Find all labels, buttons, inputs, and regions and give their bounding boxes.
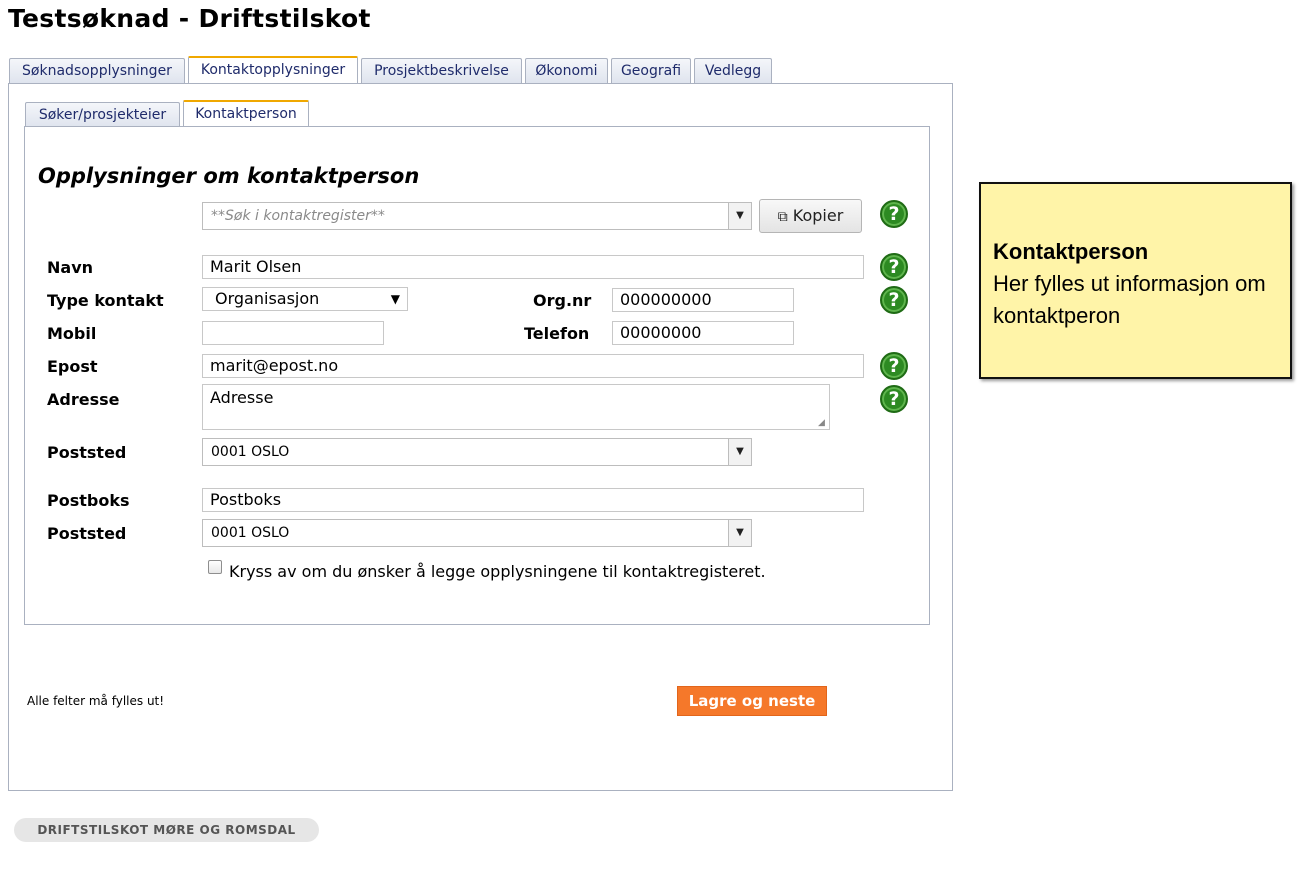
tab-vedlegg[interactable]: Vedlegg: [694, 58, 772, 83]
resize-handle-icon[interactable]: ◢: [818, 418, 825, 428]
lagre-og-neste-button[interactable]: Lagre og neste: [677, 686, 827, 716]
page-title: Testsøknad - Driftstilskot: [8, 4, 371, 33]
adresse-textarea[interactable]: Adresse: [202, 384, 830, 430]
subtab-kontaktperson[interactable]: Kontaktperson: [183, 100, 309, 127]
poststed-value: 0001 OSLO: [211, 444, 290, 460]
dropdown-arrow-icon[interactable]: ▼: [728, 203, 751, 229]
label-mobil: Mobil: [47, 324, 97, 343]
poststed-combo[interactable]: 0001 OSLO ▼: [202, 438, 752, 466]
poststed-postboks-combo[interactable]: 0001 OSLO ▼: [202, 519, 752, 547]
label-poststed: Poststed: [47, 443, 127, 462]
dropdown-arrow-icon[interactable]: ▼: [728, 520, 751, 546]
label-telefon: Telefon: [524, 324, 590, 343]
footer-badge: DRIFTSTILSKOT MØRE OG ROMSDAL: [14, 818, 319, 842]
label-type-kontakt: Type kontakt: [47, 291, 164, 310]
copy-icon: ⧉: [777, 209, 788, 225]
add-to-register-checkbox[interactable]: [208, 560, 222, 574]
kopier-button[interactable]: ⧉ Kopier: [759, 199, 862, 233]
type-kontakt-select[interactable]: Organisasjon ▼: [202, 287, 408, 311]
label-org-nr: Org.nr: [533, 291, 592, 310]
mobil-input[interactable]: [202, 321, 384, 345]
tab-kontaktopplysninger[interactable]: Kontaktopplysninger: [188, 56, 358, 83]
dropdown-arrow-icon[interactable]: ▼: [728, 439, 751, 465]
epost-input[interactable]: marit@epost.no: [202, 354, 864, 378]
postboks-input[interactable]: Postboks: [202, 488, 864, 512]
kopier-label: Kopier: [792, 206, 844, 225]
contact-register-search[interactable]: **Søk i kontaktregister** ▼: [202, 202, 752, 230]
help-icon-epost[interactable]: ?: [880, 352, 908, 380]
tab-soknadsopplysninger[interactable]: Søknadsopplysninger: [9, 58, 185, 83]
required-note: Alle felter må fylles ut!: [27, 694, 165, 708]
label-navn: Navn: [47, 258, 94, 277]
search-placeholder: **Søk i kontaktregister**: [211, 208, 385, 224]
label-epost: Epost: [47, 357, 98, 376]
help-icon-navn[interactable]: ?: [880, 253, 908, 281]
add-to-register-label: Kryss av om du ønsker å legge opplysning…: [229, 562, 766, 581]
help-icon-search[interactable]: ?: [880, 200, 908, 228]
help-icon-adresse[interactable]: ?: [880, 385, 908, 413]
help-icon-org-nr[interactable]: ?: [880, 286, 908, 314]
telefon-input[interactable]: 00000000: [612, 321, 794, 345]
tab-geografi[interactable]: Geografi: [611, 58, 691, 83]
chevron-down-icon: ▼: [390, 292, 400, 306]
help-note-heading: Kontaktperson: [993, 239, 1149, 264]
navn-input[interactable]: Marit Olsen: [202, 255, 864, 279]
tab-okonomi[interactable]: Økonomi: [525, 58, 608, 83]
help-note-body: Her fylles ut informasjon om kontaktpero…: [993, 271, 1266, 328]
section-title: Opplysninger om kontaktperson: [38, 164, 420, 188]
type-kontakt-value: Organisasjon: [215, 289, 320, 308]
tab-prosjektbeskrivelse[interactable]: Prosjektbeskrivelse: [361, 58, 522, 83]
subtab-soker-prosjekteier[interactable]: Søker/prosjekteier: [25, 102, 180, 127]
help-note: Kontaktperson Her fylles ut informasjon …: [979, 182, 1292, 379]
label-postboks: Postboks: [47, 491, 130, 510]
label-adresse: Adresse: [47, 390, 120, 409]
label-poststed-postboks: Poststed: [47, 524, 127, 543]
poststed-postboks-value: 0001 OSLO: [211, 525, 290, 541]
org-nr-input[interactable]: 000000000: [612, 288, 794, 312]
